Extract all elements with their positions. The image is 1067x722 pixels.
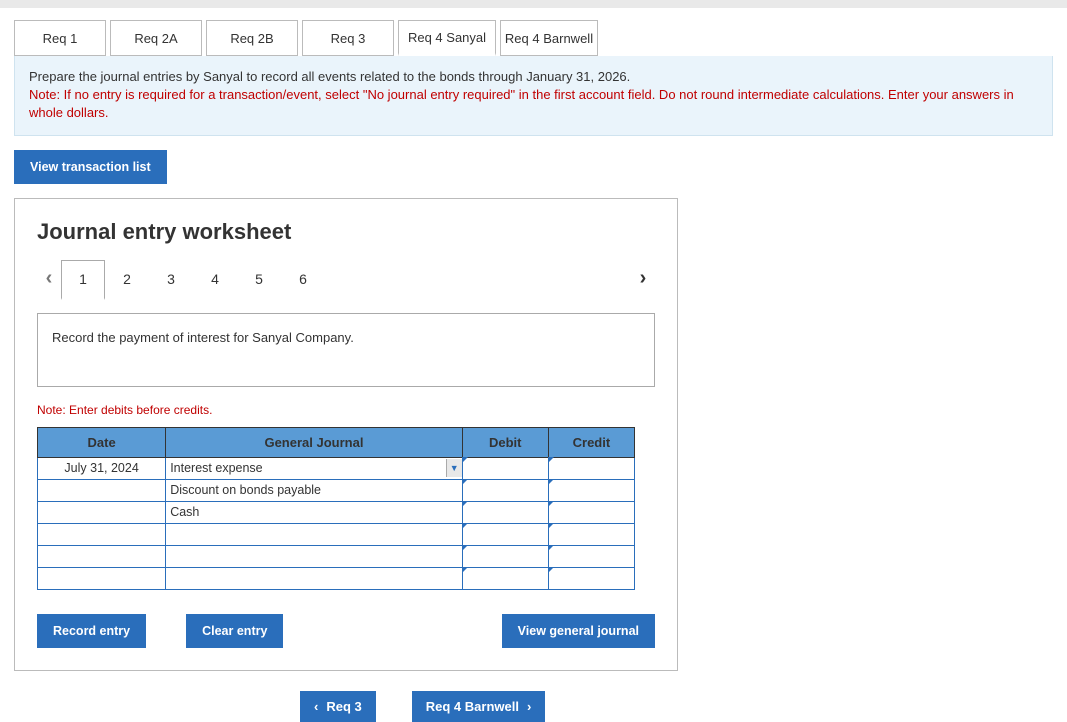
instruction-box: Prepare the journal entries by Sanyal to… (14, 56, 1053, 136)
entry-description: Record the payment of interest for Sanya… (52, 330, 354, 345)
step-tab-3[interactable]: 3 (149, 259, 193, 299)
step-prev-icon[interactable]: ‹ (37, 267, 61, 290)
credit-cell[interactable] (548, 479, 634, 501)
date-cell[interactable] (38, 545, 166, 567)
header-general-journal: General Journal (166, 427, 462, 457)
clear-entry-button[interactable]: Clear entry (186, 614, 283, 648)
footer-nav: ‹ Req 3 Req 4 Barnwell › (300, 691, 1067, 722)
view-transaction-list-button[interactable]: View transaction list (14, 150, 167, 184)
chevron-left-icon: ‹ (314, 699, 318, 714)
step-tab-6[interactable]: 6 (281, 259, 325, 299)
debit-cell[interactable] (462, 457, 548, 479)
debit-cell[interactable] (462, 545, 548, 567)
req-tab-req-2a[interactable]: Req 2A (110, 20, 202, 56)
record-entry-button[interactable]: Record entry (37, 614, 146, 648)
req-tabs: Req 1Req 2AReq 2BReq 3Req 4 SanyalReq 4 … (0, 8, 1067, 56)
instruction-note: Note: If no entry is required for a tran… (29, 87, 1014, 120)
debits-before-credits-note: Note: Enter debits before credits. (37, 403, 655, 417)
req-tab-req-1[interactable]: Req 1 (14, 20, 106, 56)
footer-prev-label: Req 3 (326, 699, 361, 714)
step-next-icon[interactable]: › (631, 267, 655, 290)
entry-description-box: Record the payment of interest for Sanya… (37, 313, 655, 387)
header-credit: Credit (548, 427, 634, 457)
journal-table: Date General Journal Debit Credit July 3… (37, 427, 635, 590)
journal-worksheet-panel: Journal entry worksheet ‹ 123456 › Recor… (14, 198, 678, 671)
date-cell[interactable] (38, 567, 166, 589)
date-cell[interactable] (38, 501, 166, 523)
debit-cell[interactable] (462, 501, 548, 523)
credit-cell[interactable] (548, 523, 634, 545)
footer-prev-button[interactable]: ‹ Req 3 (300, 691, 376, 722)
footer-next-label: Req 4 Barnwell (426, 699, 519, 714)
table-row (38, 567, 635, 589)
instruction-main: Prepare the journal entries by Sanyal to… (29, 69, 630, 84)
chevron-right-icon: › (527, 699, 531, 714)
step-tab-4[interactable]: 4 (193, 259, 237, 299)
req-tab-req-3[interactable]: Req 3 (302, 20, 394, 56)
req-tab-req-4-sanyal[interactable]: Req 4 Sanyal (398, 20, 496, 56)
table-row: July 31, 2024Interest expense▼ (38, 457, 635, 479)
general-journal-cell[interactable] (166, 567, 462, 589)
dropdown-arrow-icon[interactable]: ▼ (446, 459, 462, 477)
general-journal-cell[interactable] (166, 523, 462, 545)
step-tab-1[interactable]: 1 (61, 260, 105, 300)
header-debit: Debit (462, 427, 548, 457)
general-journal-cell[interactable]: Discount on bonds payable (166, 479, 462, 501)
credit-cell[interactable] (548, 545, 634, 567)
general-journal-cell[interactable] (166, 545, 462, 567)
general-journal-cell[interactable]: Interest expense▼ (166, 457, 462, 479)
debit-cell[interactable] (462, 479, 548, 501)
debit-cell[interactable] (462, 567, 548, 589)
credit-cell[interactable] (548, 501, 634, 523)
table-row: Discount on bonds payable (38, 479, 635, 501)
step-tab-5[interactable]: 5 (237, 259, 281, 299)
date-cell[interactable]: July 31, 2024 (38, 457, 166, 479)
req-tab-req-2b[interactable]: Req 2B (206, 20, 298, 56)
view-general-journal-button[interactable]: View general journal (502, 614, 655, 648)
worksheet-title: Journal entry worksheet (37, 219, 655, 245)
table-row: Cash (38, 501, 635, 523)
step-nav: ‹ 123456 › (37, 259, 655, 299)
date-cell[interactable] (38, 523, 166, 545)
footer-next-button[interactable]: Req 4 Barnwell › (412, 691, 546, 722)
table-row (38, 545, 635, 567)
step-tab-2[interactable]: 2 (105, 259, 149, 299)
header-date: Date (38, 427, 166, 457)
date-cell[interactable] (38, 479, 166, 501)
credit-cell[interactable] (548, 567, 634, 589)
req-tab-req-4-barnwell[interactable]: Req 4 Barnwell (500, 20, 598, 56)
debit-cell[interactable] (462, 523, 548, 545)
table-row (38, 523, 635, 545)
general-journal-cell[interactable]: Cash (166, 501, 462, 523)
credit-cell[interactable] (548, 457, 634, 479)
